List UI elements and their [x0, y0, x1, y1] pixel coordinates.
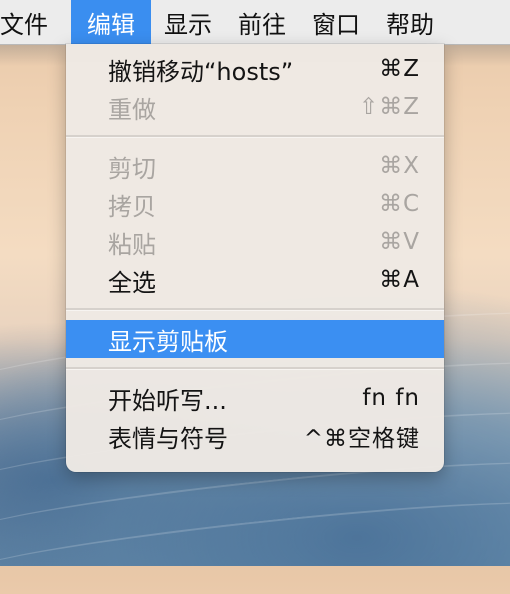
menubar-file[interactable]: 文件	[0, 0, 61, 44]
menu-separator	[66, 135, 444, 138]
menu-item-shortcut: ^⌘空格键	[303, 426, 420, 452]
menu-item-select-all[interactable]: 全选 ⌘A	[66, 261, 444, 299]
menu-separator	[66, 308, 444, 311]
menu-item-cut: 剪切 ⌘X	[66, 147, 444, 185]
menu-item-shortcut: ⌘A	[379, 267, 420, 293]
menu-item-label: 剪切	[108, 154, 156, 183]
menu-item-label: 拷贝	[108, 192, 156, 221]
menu-item-label: 显示剪贴板	[108, 327, 228, 356]
menu-item-label: 开始听写...	[108, 386, 227, 415]
menu-item-label: 重做	[108, 95, 156, 124]
menu-item-undo[interactable]: 撤销移动“hosts” ⌘Z	[66, 50, 444, 88]
menu-item-shortcut: ⌘X	[379, 153, 420, 179]
menu-item-emoji-symbols[interactable]: 表情与符号 ^⌘空格键	[66, 417, 444, 455]
menu-item-start-dictation[interactable]: 开始听写... fn fn	[66, 379, 444, 417]
menubar-view[interactable]: 显示	[151, 0, 225, 44]
menubar: 文件 编辑 显示 前往 窗口 帮助	[0, 0, 510, 45]
menu-separator	[66, 367, 444, 370]
menu-item-label: 撤销移动“hosts”	[108, 57, 294, 86]
edit-menu-dropdown: 撤销移动“hosts” ⌘Z 重做 ⇧⌘Z 剪切 ⌘X 拷贝 ⌘C 粘贴 ⌘V …	[66, 44, 444, 472]
menubar-help[interactable]: 帮助	[373, 0, 447, 44]
menu-item-shortcut: ⌘C	[378, 191, 420, 217]
menu-item-copy: 拷贝 ⌘C	[66, 185, 444, 223]
menu-item-shortcut: ⇧⌘Z	[358, 94, 420, 120]
menu-item-shortcut: ⌘Z	[379, 56, 420, 82]
menubar-go[interactable]: 前往	[225, 0, 299, 44]
menu-item-shortcut: fn fn	[362, 385, 420, 411]
menubar-window[interactable]: 窗口	[299, 0, 373, 44]
menu-item-shortcut: ⌘V	[379, 229, 420, 255]
menu-item-show-clipboard[interactable]: 显示剪贴板	[66, 320, 444, 358]
menu-item-label: 全选	[108, 268, 156, 297]
menu-item-redo: 重做 ⇧⌘Z	[66, 88, 444, 126]
menubar-edit[interactable]: 编辑	[71, 0, 151, 44]
menu-item-paste: 粘贴 ⌘V	[66, 223, 444, 261]
menu-item-label: 表情与符号	[108, 424, 228, 453]
menu-item-label: 粘贴	[108, 230, 156, 259]
